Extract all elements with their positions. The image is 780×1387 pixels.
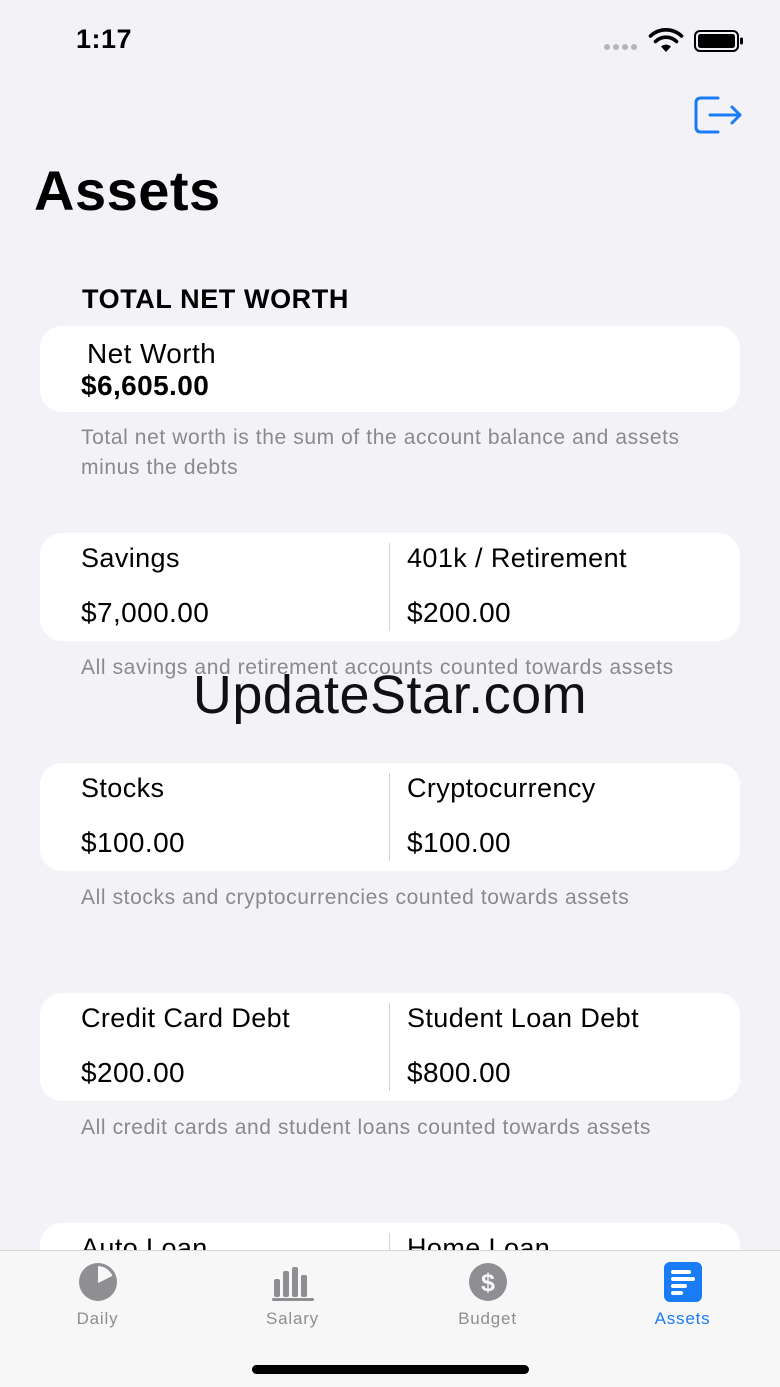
home-loan-label: Home Loan <box>407 1233 551 1250</box>
bar-chart-icon <box>272 1267 314 1301</box>
battery-icon <box>694 30 743 52</box>
tab-budget[interactable]: $ Budget <box>390 1251 585 1341</box>
cellular-signal-icon <box>604 44 637 50</box>
student-loan-debt-value[interactable]: $800.00 <box>407 1057 511 1089</box>
crypto-value[interactable]: $100.00 <box>407 827 511 859</box>
assets-scroll-view[interactable]: TOTAL NET WORTH Net Worth $6,605.00 Tota… <box>0 250 780 1250</box>
tab-daily[interactable]: Daily <box>0 1251 195 1341</box>
card-divider <box>389 1003 390 1091</box>
tab-label-budget: Budget <box>458 1309 517 1328</box>
auto-loan-label: Auto Loan <box>81 1233 208 1250</box>
stocks-value[interactable]: $100.00 <box>81 827 185 859</box>
credit-card-debt-value[interactable]: $200.00 <box>81 1057 185 1089</box>
crypto-label: Cryptocurrency <box>407 773 596 803</box>
savings-retirement-card: Savings $7,000.00 401k / Retirement $200… <box>40 533 740 641</box>
section-header-net-worth: TOTAL NET WORTH <box>82 284 349 314</box>
debts-card: Credit Card Debt $200.00 Student Loan De… <box>40 993 740 1101</box>
loans-card: Auto Loan Home Loan <box>40 1223 740 1250</box>
stocks-crypto-footer: All stocks and cryptocurrencies counted … <box>81 886 630 909</box>
card-divider <box>389 773 390 861</box>
dollar-circle-icon: $ <box>469 1263 507 1301</box>
page-title: Assets <box>34 159 221 222</box>
tab-label-daily: Daily <box>76 1309 119 1328</box>
retirement-value[interactable]: $200.00 <box>407 597 511 629</box>
wifi-icon <box>648 28 684 52</box>
home-indicator <box>252 1365 529 1374</box>
status-time: 1:17 <box>76 24 133 54</box>
net-worth-value: $6,605.00 <box>81 370 210 401</box>
savings-value[interactable]: $7,000.00 <box>81 597 209 629</box>
card-divider <box>389 1233 390 1250</box>
net-worth-footer: Total net worth is the sum of the accoun… <box>81 426 680 479</box>
student-loan-debt-label: Student Loan Debt <box>407 1003 639 1033</box>
tab-assets[interactable]: Assets <box>585 1251 780 1341</box>
tab-salary[interactable]: Salary <box>195 1251 390 1341</box>
retirement-label: 401k / Retirement <box>407 543 627 573</box>
logout-icon <box>694 96 742 134</box>
status-bar: 1:17 <box>0 0 780 80</box>
net-worth-label: Net Worth <box>87 338 217 369</box>
debts-footer: All credit cards and student loans count… <box>81 1116 651 1139</box>
stocks-label: Stocks <box>81 773 165 803</box>
stocks-crypto-card: Stocks $100.00 Cryptocurrency $100.00 <box>40 763 740 871</box>
pie-chart-icon <box>79 1263 117 1301</box>
net-worth-card: Net Worth $6,605.00 <box>40 326 740 412</box>
logout-button[interactable] <box>692 92 746 138</box>
svg-text:$: $ <box>481 1269 495 1297</box>
credit-card-debt-label: Credit Card Debt <box>81 1003 290 1033</box>
card-divider <box>389 543 390 631</box>
savings-label: Savings <box>81 543 180 573</box>
savings-retirement-footer: All savings and retirement accounts coun… <box>81 656 674 679</box>
tab-label-assets: Assets <box>654 1309 711 1328</box>
tab-label-salary: Salary <box>266 1309 319 1328</box>
list-document-icon <box>664 1262 702 1302</box>
